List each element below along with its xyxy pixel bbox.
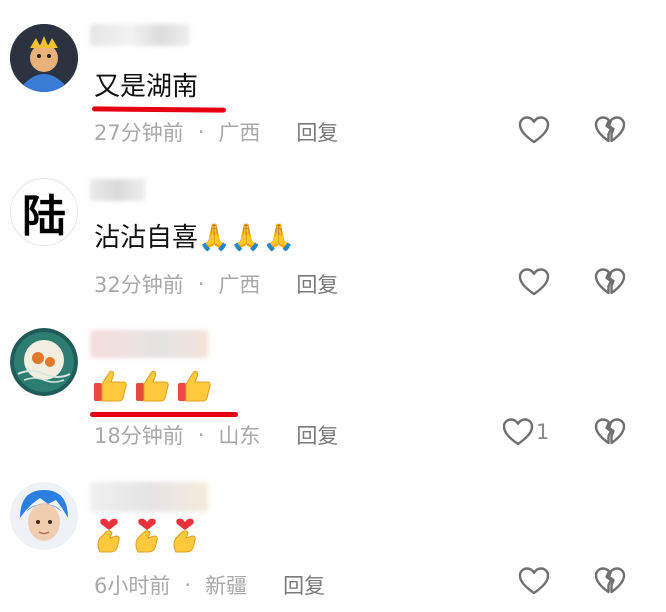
dislike-button[interactable] (594, 417, 626, 451)
emoji-row (92, 514, 202, 554)
comment-text: 沾沾自喜🙏🙏🙏 (94, 223, 296, 253)
heart-icon (518, 567, 550, 595)
username-blurred[interactable] (90, 179, 146, 201)
thumbs-up-icon (136, 370, 169, 402)
comment-location: 广西 (218, 273, 261, 297)
like-count: 1 (536, 420, 550, 444)
finger-heart-icon (97, 518, 120, 553)
comment-meta: 6小时前 · 新疆 回复 (94, 570, 325, 600)
comment-meta: 32分钟前 · 广西 回复 (94, 269, 338, 299)
username-blurred[interactable] (90, 24, 190, 46)
broken-heart-icon (594, 418, 626, 445)
finger-heart-icon (135, 518, 158, 553)
red-underline-annotation (91, 106, 227, 113)
reply-button[interactable]: 回复 (296, 420, 338, 450)
comment-item: 18分钟前 · 山东 回复 1 (0, 305, 666, 460)
like-button[interactable] (518, 115, 552, 145)
comment-time: 27分钟前 (94, 121, 184, 145)
broken-heart-icon (594, 268, 626, 295)
comment-text: 又是湖南 (94, 72, 199, 102)
separator-dot: · (197, 120, 205, 144)
comment-item: 6小时前 · 新疆 回复 (0, 460, 666, 612)
like-button[interactable]: 1 (502, 417, 549, 447)
avatar-glyph: 陆 (22, 191, 66, 242)
emoji-row (92, 367, 214, 405)
separator-dot: · (197, 272, 205, 296)
reply-button[interactable]: 回复 (296, 269, 338, 299)
comment-item: 陆 沾沾自喜🙏🙏🙏 32分钟前 · 广西 回复 (0, 155, 666, 305)
comment-time: 18分钟前 (94, 424, 184, 448)
thumbs-up-icon (178, 370, 211, 402)
comment-time: 32分钟前 (94, 273, 184, 297)
comment-location: 山东 (218, 424, 261, 448)
dislike-button[interactable] (594, 566, 626, 600)
broken-heart-icon (594, 567, 626, 594)
red-underline-annotation (90, 412, 238, 417)
thumbs-up-icon (94, 370, 127, 402)
separator-dot: · (184, 573, 192, 597)
comment-meta: 27分钟前 · 广西 回复 (94, 117, 338, 147)
finger-heart-icon (173, 518, 196, 553)
teal-circle-avatar[interactable] (10, 328, 78, 396)
username-blurred[interactable] (90, 330, 208, 358)
dislike-button[interactable] (594, 267, 626, 301)
comment-location: 新疆 (205, 574, 248, 598)
dislike-button[interactable] (594, 115, 626, 149)
broken-heart-icon (594, 116, 626, 143)
heart-icon (518, 116, 550, 144)
comment-meta: 18分钟前 · 山东 回复 (94, 420, 338, 450)
blue-hair-person-avatar[interactable] (10, 482, 78, 550)
reply-button[interactable]: 回复 (283, 570, 325, 600)
reply-button[interactable]: 回复 (296, 117, 338, 147)
comment-location: 广西 (218, 121, 261, 145)
heart-icon (518, 268, 550, 296)
comment-time: 6小时前 (94, 574, 171, 598)
username-blurred[interactable] (90, 482, 208, 512)
heart-icon (502, 418, 534, 446)
like-button[interactable] (518, 566, 552, 596)
comment-item: 又是湖南 27分钟前 · 广西 回复 (0, 0, 666, 155)
like-button[interactable] (518, 267, 552, 297)
separator-dot: · (197, 423, 205, 447)
cartoon-king-avatar[interactable] (10, 24, 78, 92)
calligraphy-lu-avatar[interactable]: 陆 (10, 178, 78, 246)
